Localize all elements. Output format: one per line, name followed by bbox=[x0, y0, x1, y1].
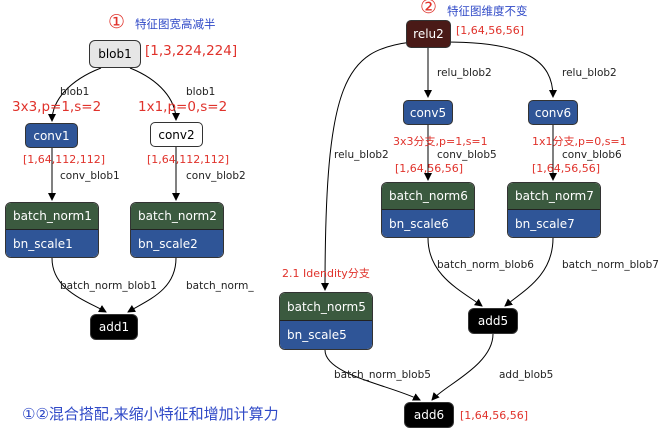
edge-label-blob1-conv2: blob1 bbox=[186, 86, 216, 98]
edge-add5-add6 bbox=[431, 333, 494, 401]
node-bn-scale5[interactable]: bn_scale5 bbox=[280, 321, 372, 349]
node-conv5[interactable]: conv5 bbox=[403, 100, 453, 125]
edge-label-add5-out: add_blob5 bbox=[499, 369, 554, 381]
node-bn1-group[interactable]: batch_norm1 bn_scale1 bbox=[5, 202, 99, 258]
edge-label-blob1-conv1: blob1 bbox=[60, 86, 90, 98]
params-conv5: 3x3分支,p=1,s=1 bbox=[393, 135, 488, 148]
edge-label-bn5-out: batch_norm_blob5 bbox=[334, 369, 431, 381]
params-conv6: 1x1分支,p=0,s=1 bbox=[532, 135, 627, 148]
edge-label-conv6-out: conv_blob6 bbox=[562, 149, 622, 161]
node-add1[interactable]: add1 bbox=[90, 314, 138, 340]
node-bn-scale2[interactable]: bn_scale2 bbox=[131, 230, 223, 257]
node-add5[interactable]: add5 bbox=[468, 308, 518, 334]
edge-label-conv2-out: conv_blob2 bbox=[186, 170, 246, 182]
params-conv2: 1x1,p=0,s=2 bbox=[138, 99, 228, 115]
node-batch-norm5[interactable]: batch_norm5 bbox=[280, 293, 372, 321]
edge-label-relu-conv5: relu_blob2 bbox=[437, 67, 492, 79]
node-conv1[interactable]: conv1 bbox=[25, 123, 78, 148]
edge-label-bn6-out: batch_norm_blob6 bbox=[437, 259, 534, 271]
shape-add6: [1,64,56,56] bbox=[460, 409, 529, 422]
node-bn-scale1[interactable]: bn_scale1 bbox=[6, 230, 98, 257]
shape-conv2: [1,64,112,112] bbox=[147, 153, 230, 166]
node-bn5-group[interactable]: batch_norm5 bn_scale5 bbox=[279, 292, 373, 350]
node-batch-norm2[interactable]: batch_norm2 bbox=[131, 203, 223, 230]
shape-blob1: [1,3,224,224] bbox=[145, 43, 238, 59]
network-diagram: ① 特征图宽高减半 ② 特征图维度不变 2.1 Idendity分支 ①②混合搭… bbox=[0, 0, 661, 435]
marker-2: ② bbox=[420, 0, 438, 18]
marker-1: ① bbox=[108, 11, 126, 33]
edge-bn7-add5 bbox=[504, 237, 554, 307]
edge-label-bn7-out: batch_norm_blob7 bbox=[562, 259, 659, 271]
right-title: 特征图维度不变 bbox=[447, 4, 528, 18]
node-bn7-group[interactable]: batch_norm7 bn_scale7 bbox=[507, 182, 601, 238]
identity-branch-label: 2.1 Idendity分支 bbox=[282, 267, 370, 280]
shape-conv1: [1,64,112,112] bbox=[23, 153, 106, 166]
params-conv1: 3x3,p=1,s=2 bbox=[12, 99, 102, 115]
edge-label-bn2-out: batch_norm_ bbox=[186, 280, 254, 292]
node-bn6-group[interactable]: batch_norm6 bn_scale6 bbox=[381, 182, 475, 238]
left-title: 特征图宽高减半 bbox=[135, 17, 216, 31]
edge-label-conv5-out: conv_blob5 bbox=[437, 149, 497, 161]
node-add6[interactable]: add6 bbox=[404, 402, 454, 428]
node-conv6[interactable]: conv6 bbox=[528, 100, 578, 125]
node-batch-norm7[interactable]: batch_norm7 bbox=[508, 183, 600, 210]
node-relu2[interactable]: relu2 bbox=[406, 20, 451, 48]
node-batch-norm1[interactable]: batch_norm1 bbox=[6, 203, 98, 230]
edge-label-bn1-out: batch_norm_blob1 bbox=[60, 280, 157, 292]
shape-conv5: [1,64,56,56] bbox=[395, 162, 464, 175]
node-blob1[interactable]: blob1 bbox=[89, 40, 141, 68]
node-bn2-group[interactable]: batch_norm2 bn_scale2 bbox=[130, 202, 224, 258]
caption: ①②混合搭配,来缩小特征和增加计算力 bbox=[22, 405, 279, 423]
edge-label-relu-bn5: relu_blob2 bbox=[334, 149, 389, 161]
node-bn-scale7[interactable]: bn_scale7 bbox=[508, 210, 600, 237]
shape-relu2: [1,64,56,56] bbox=[456, 24, 525, 37]
node-batch-norm6[interactable]: batch_norm6 bbox=[382, 183, 474, 210]
node-bn-scale6[interactable]: bn_scale6 bbox=[382, 210, 474, 237]
edge-label-conv1-out: conv_blob1 bbox=[60, 170, 120, 182]
node-conv2[interactable]: conv2 bbox=[150, 122, 203, 147]
edge-label-relu-conv6: relu_blob2 bbox=[562, 67, 617, 79]
shape-conv6: [1,64,56,56] bbox=[532, 162, 601, 175]
edge-bn6-add5 bbox=[427, 237, 483, 307]
